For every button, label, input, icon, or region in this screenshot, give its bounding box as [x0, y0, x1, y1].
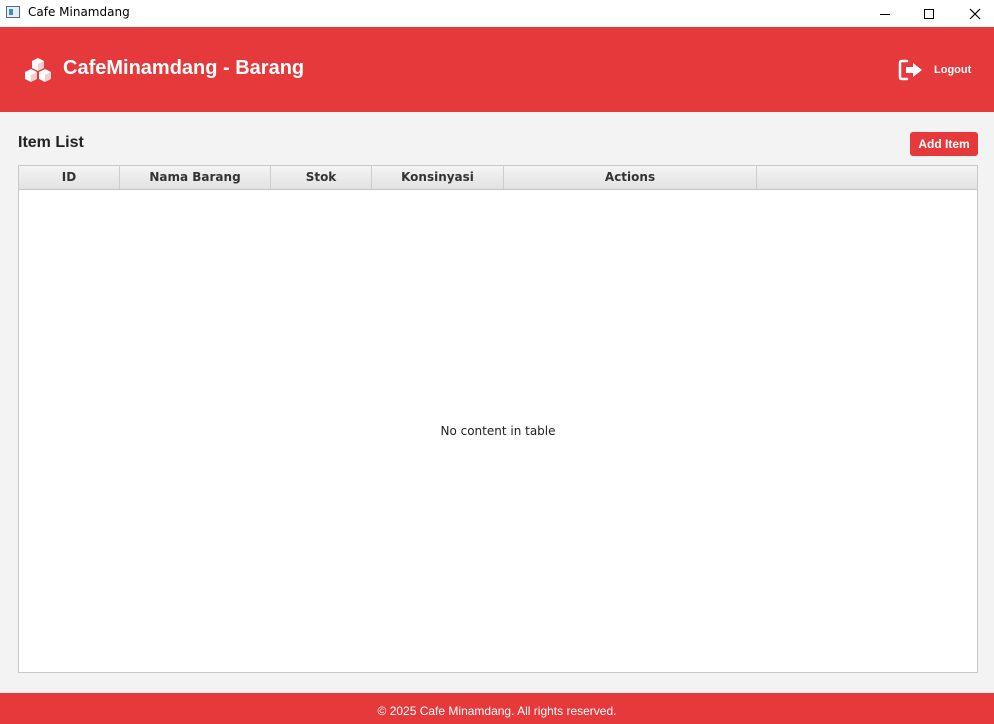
app-icon: [6, 6, 20, 18]
window-title: Cafe Minamdang: [28, 5, 130, 19]
sign-out-icon: [898, 59, 922, 81]
section-title: Item List: [18, 134, 84, 151]
column-header-actions[interactable]: Actions: [504, 166, 757, 189]
column-header-filler: [757, 166, 977, 189]
column-header-id[interactable]: ID: [19, 166, 120, 189]
maximize-button[interactable]: [906, 0, 952, 27]
table-empty-message: No content in table: [440, 424, 556, 438]
logout-label: Logout: [934, 64, 972, 76]
maximize-icon: [924, 8, 934, 19]
close-icon: [969, 8, 981, 19]
column-header-stok[interactable]: Stok: [271, 166, 372, 189]
column-header-konsinyasi[interactable]: Konsinyasi: [372, 166, 504, 189]
logout-button[interactable]: Logout: [898, 58, 971, 82]
add-item-button[interactable]: Add Item: [910, 132, 978, 156]
app-brand-title: CafeMinamdang - Barang: [63, 57, 305, 79]
minimize-button[interactable]: [862, 0, 908, 27]
app-window: Cafe Minamdang CafeMinamdang - Barang Lo…: [0, 0, 994, 724]
cubes-icon: [25, 58, 51, 82]
window-titlebar[interactable]: Cafe Minamdang: [0, 0, 994, 27]
close-button[interactable]: [952, 0, 994, 27]
column-header-nama-barang[interactable]: Nama Barang: [120, 166, 271, 189]
minimize-icon: [880, 13, 890, 15]
items-table[interactable]: ID Nama Barang Stok Konsinyasi Actions N…: [18, 165, 978, 673]
app-header: CafeMinamdang - Barang Logout: [0, 27, 994, 112]
app-footer: © 2025 Cafe Minamdang. All rights reserv…: [0, 693, 994, 724]
table-header: ID Nama Barang Stok Konsinyasi Actions: [19, 166, 977, 190]
